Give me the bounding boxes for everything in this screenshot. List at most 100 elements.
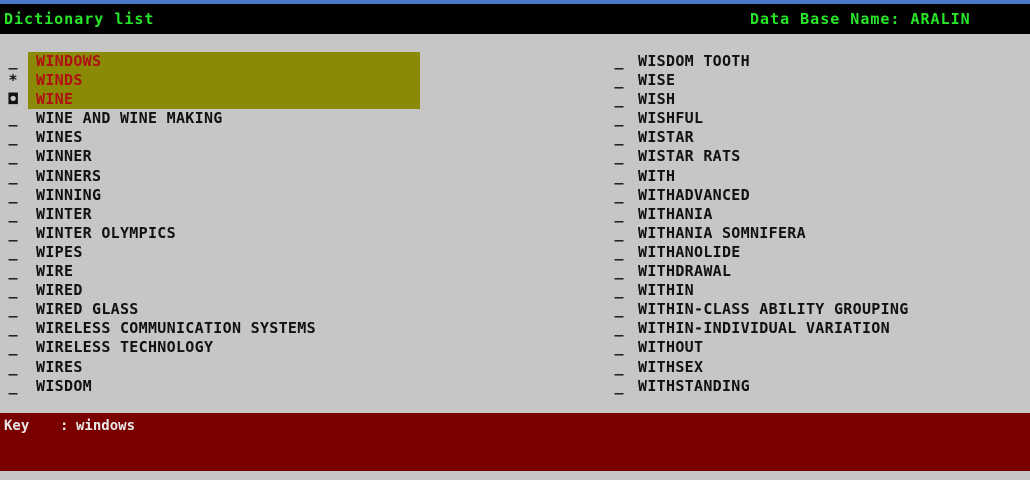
term-list-right: _ WISDOM TOOTH _ WISE _ WISH _ WISHFUL _ WIST…: [610, 52, 1030, 396]
list-item[interactable]: _ WITHANIA SOMNIFERA: [610, 224, 1030, 243]
row-marker[interactable]: _: [612, 128, 626, 147]
list-item[interactable]: _ WITH: [610, 167, 1030, 186]
row-marker[interactable]: _: [6, 224, 20, 243]
term-label: WITH: [638, 166, 676, 185]
row-marker[interactable]: _: [612, 90, 626, 109]
list-item[interactable]: _ WITHANOLIDE: [610, 243, 1030, 262]
row-marker[interactable]: _: [6, 281, 20, 300]
row-marker[interactable]: _: [6, 52, 20, 71]
term-label: WINDOWS: [36, 52, 102, 70]
term-label: WIRES: [36, 357, 83, 376]
term-label: WINNERS: [36, 166, 102, 185]
row-marker[interactable]: *: [6, 71, 20, 90]
list-item[interactable]: _ WITHDRAWAL: [610, 262, 1030, 281]
row-marker[interactable]: _: [6, 109, 20, 128]
term-label: WIPES: [36, 242, 83, 261]
list-item[interactable]: _ WINE AND WINE MAKING: [0, 109, 430, 128]
row-marker[interactable]: _: [612, 358, 626, 377]
list-item[interactable]: ◘ WINE: [0, 90, 430, 109]
term-list-left: _ WINDOWS * WINDS ◘ WINE _ WINE AND WINE MAK…: [0, 52, 430, 396]
term-label: WITHDRAWAL: [638, 262, 732, 281]
row-marker[interactable]: _: [612, 52, 626, 71]
key-input-bar[interactable]: Key : windows: [0, 413, 1030, 471]
term-label: WINTER: [36, 204, 92, 223]
row-marker[interactable]: _: [6, 300, 20, 319]
page-title: Dictionary list: [4, 10, 155, 28]
row-marker[interactable]: _: [6, 167, 20, 186]
list-item[interactable]: _ WISDOM TOOTH: [610, 52, 1030, 71]
list-item[interactable]: _ WINNING: [0, 186, 430, 205]
list-item[interactable]: _ WINTER OLYMPICS: [0, 224, 430, 243]
row-marker[interactable]: _: [612, 281, 626, 300]
row-marker[interactable]: _: [6, 205, 20, 224]
list-item[interactable]: _ WINNER: [0, 147, 430, 166]
row-marker[interactable]: _: [6, 358, 20, 377]
term-label: WITHADVANCED: [638, 185, 750, 204]
list-item[interactable]: * WINDS: [0, 71, 430, 90]
row-marker[interactable]: _: [612, 186, 626, 205]
list-item[interactable]: _ WITHIN-CLASS ABILITY GROUPING: [610, 300, 1030, 319]
key-input[interactable]: windows: [76, 415, 135, 437]
list-item[interactable]: _ WISTAR RATS: [610, 147, 1030, 166]
term-label: WINE AND WINE MAKING: [36, 109, 223, 128]
list-item[interactable]: _ WITHSEX: [610, 358, 1030, 377]
term-label: WISE: [638, 71, 676, 90]
row-marker[interactable]: _: [6, 128, 20, 147]
row-marker[interactable]: _: [612, 71, 626, 90]
list-item[interactable]: _ WINTER: [0, 205, 430, 224]
row-marker[interactable]: _: [612, 205, 626, 224]
row-marker[interactable]: _: [612, 319, 626, 338]
list-item[interactable]: _ WIRED GLASS: [0, 300, 430, 319]
row-marker[interactable]: _: [6, 262, 20, 281]
row-marker[interactable]: _: [6, 186, 20, 205]
term-label: WIRELESS TECHNOLOGY: [36, 338, 214, 357]
term-label: WITHIN-CLASS ABILITY GROUPING: [638, 300, 909, 319]
row-marker[interactable]: _: [612, 147, 626, 166]
term-label: WITHANOLIDE: [638, 242, 741, 261]
term-label: WISH: [638, 90, 676, 109]
term-label: WINDS: [36, 71, 83, 90]
list-item[interactable]: _ WITHANIA: [610, 205, 1030, 224]
list-item[interactable]: _ WINDOWS: [0, 52, 430, 71]
term-label: WITHSTANDING: [638, 376, 750, 395]
term-label: WIRELESS COMMUNICATION SYSTEMS: [36, 319, 316, 338]
list-item[interactable]: _ WIRED: [0, 281, 430, 300]
list-item[interactable]: _ WITHIN: [610, 281, 1030, 300]
row-marker[interactable]: _: [6, 377, 20, 396]
term-label: WINNER: [36, 147, 92, 166]
list-item[interactable]: _ WIRE: [0, 262, 430, 281]
term-label: WITHIN-INDIVIDUAL VARIATION: [638, 319, 890, 338]
list-item[interactable]: _ WIRELESS COMMUNICATION SYSTEMS: [0, 319, 430, 338]
list-item[interactable]: _ WIRELESS TECHNOLOGY: [0, 338, 430, 357]
list-item[interactable]: _ WISDOM: [0, 377, 430, 396]
list-item[interactable]: _ WITHADVANCED: [610, 186, 1030, 205]
cursor-marker[interactable]: ◘: [6, 90, 20, 109]
row-marker[interactable]: _: [612, 167, 626, 186]
row-marker[interactable]: _: [612, 243, 626, 262]
term-label: WITHANIA SOMNIFERA: [638, 223, 806, 242]
row-marker[interactable]: _: [6, 147, 20, 166]
list-item[interactable]: _ WINES: [0, 128, 430, 147]
row-marker[interactable]: _: [6, 319, 20, 338]
row-marker[interactable]: _: [612, 224, 626, 243]
row-marker[interactable]: _: [612, 300, 626, 319]
list-item[interactable]: _ WISE: [610, 71, 1030, 90]
row-marker[interactable]: _: [6, 338, 20, 357]
list-item[interactable]: _ WISH: [610, 90, 1030, 109]
list-item[interactable]: _ WISHFUL: [610, 109, 1030, 128]
row-marker[interactable]: _: [6, 243, 20, 262]
row-marker[interactable]: _: [612, 262, 626, 281]
row-marker[interactable]: _: [612, 377, 626, 396]
list-item[interactable]: _ WINNERS: [0, 167, 430, 186]
row-marker[interactable]: _: [612, 338, 626, 357]
list-item[interactable]: _ WITHIN-INDIVIDUAL VARIATION: [610, 319, 1030, 338]
list-item[interactable]: _ WIRES: [0, 358, 430, 377]
list-item[interactable]: _ WISTAR: [610, 128, 1030, 147]
term-label: WITHSEX: [638, 357, 704, 376]
list-item[interactable]: _ WITHOUT: [610, 338, 1030, 357]
term-label: WITHIN: [638, 281, 694, 300]
term-label: WISDOM TOOTH: [638, 52, 750, 70]
row-marker[interactable]: _: [612, 109, 626, 128]
list-item[interactable]: _ WIPES: [0, 243, 430, 262]
list-item[interactable]: _ WITHSTANDING: [610, 377, 1030, 396]
